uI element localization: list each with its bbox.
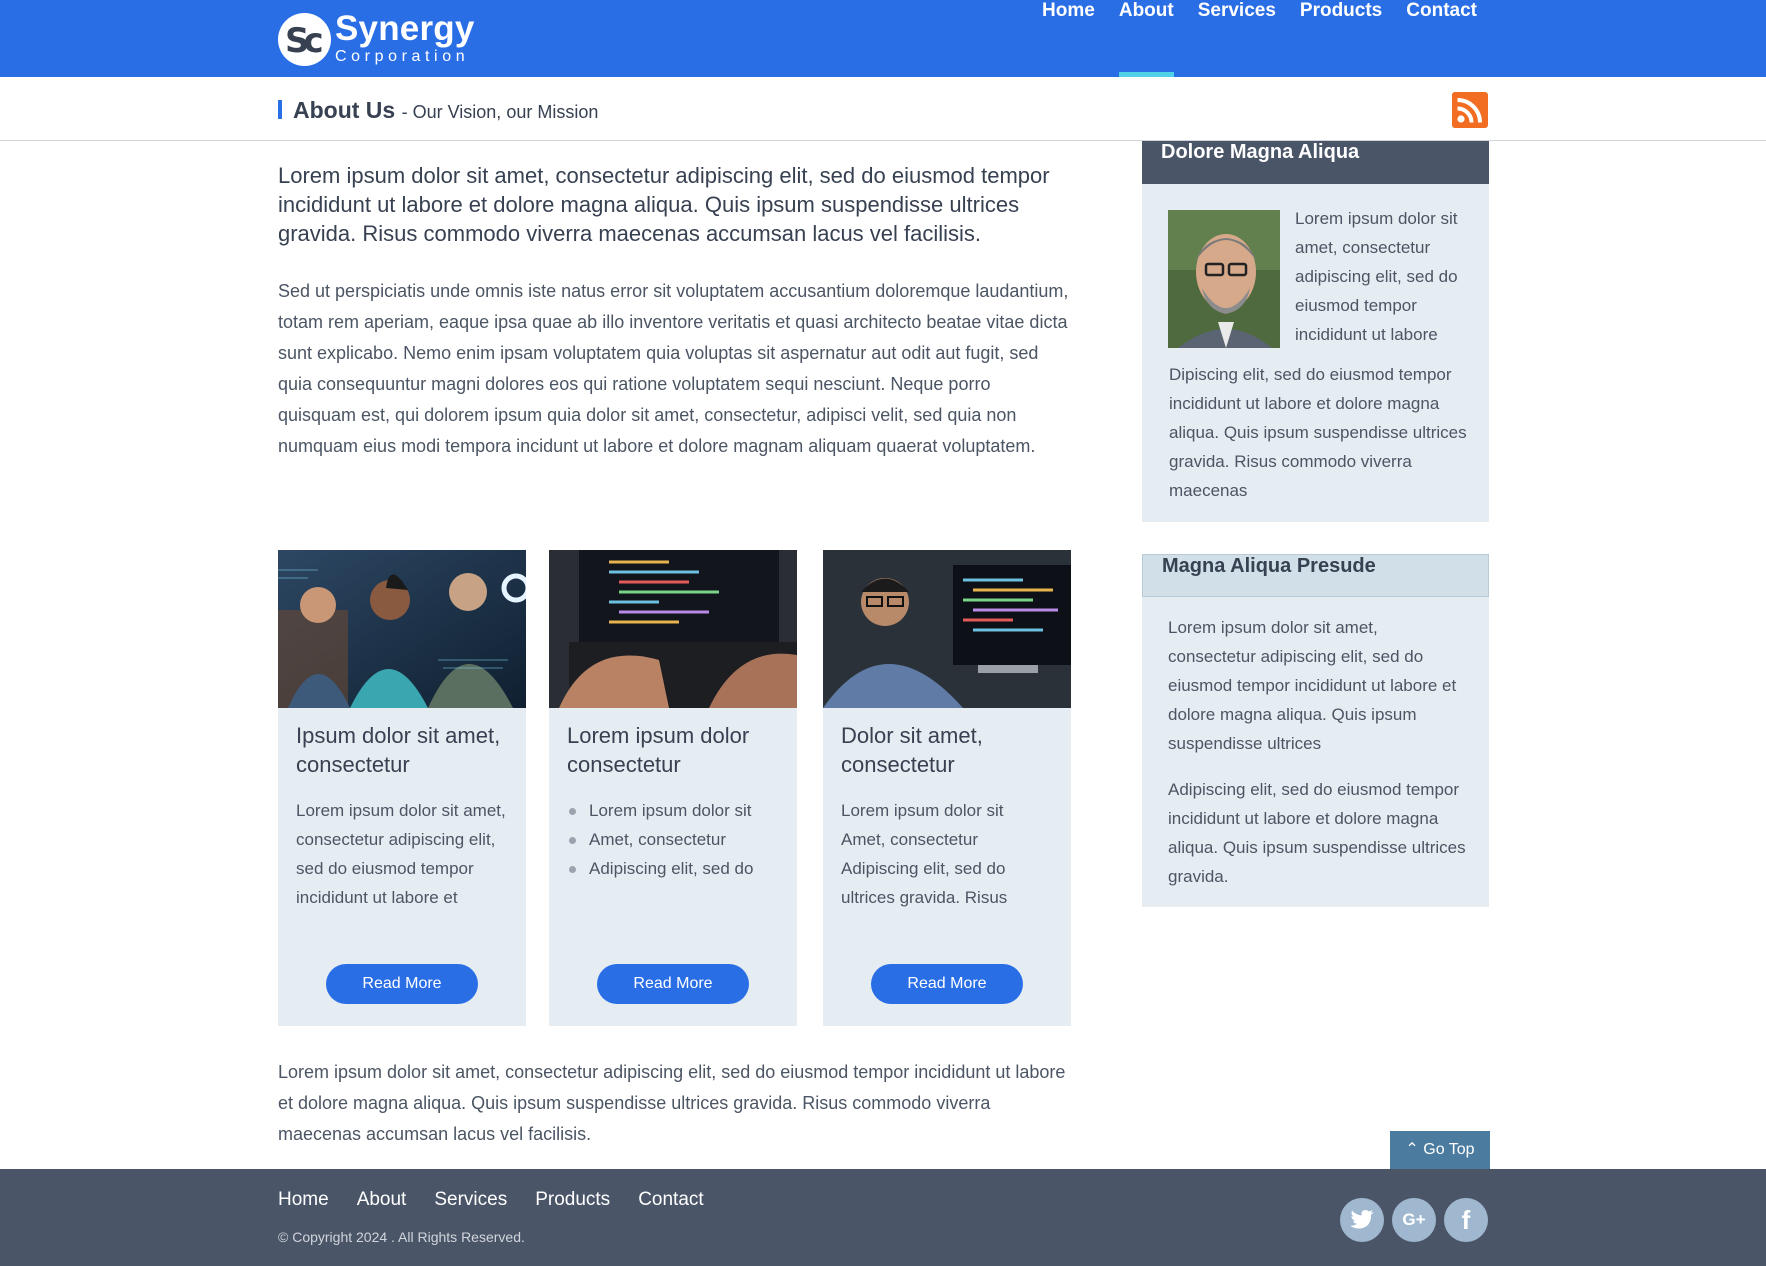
google-plus-icon[interactable]: G+: [1392, 1198, 1436, 1242]
sidebar-box-title: Magna Aliqua Presude: [1142, 554, 1489, 597]
card-body-line: Amet, consectetur: [841, 830, 979, 849]
developer-photo: [823, 550, 1071, 708]
card: Ipsum dolor sit amet, consectetur Lorem …: [278, 550, 526, 1026]
card-body: Lorem ipsum dolor sit Amet, consectetur …: [841, 796, 1061, 912]
read-more-button[interactable]: Read More: [326, 964, 478, 1004]
chevron-up-icon: ⌃: [1405, 1141, 1419, 1158]
sidebar-box-text: Lorem ipsum dolor sit amet, consectetur …: [1168, 618, 1457, 753]
nav-services[interactable]: Services: [1186, 0, 1288, 77]
facebook-icon[interactable]: f: [1444, 1198, 1488, 1242]
list-item: Amet, consectetur: [569, 825, 787, 854]
top-navbar: Sc Synergy Corporation Home About Servic…: [0, 0, 1766, 77]
brand-name: Synergy: [335, 8, 475, 48]
card-body-line: Adipiscing elit, sed do: [841, 859, 1006, 878]
logo-mark-text: Sc: [285, 20, 324, 61]
read-more-button[interactable]: Read More: [597, 964, 749, 1004]
card-title: Ipsum dolor sit amet, consectetur: [296, 723, 501, 777]
lead-paragraph: Lorem ipsum dolor sit amet, consectetur …: [278, 163, 1050, 246]
go-top-button[interactable]: ⌃ Go Top: [1390, 1131, 1490, 1169]
card-grid: Ipsum dolor sit amet, consectetur Lorem …: [278, 550, 1073, 1026]
page-header: About Us - Our Vision, our Mission: [0, 77, 1766, 141]
card-body: Lorem ipsum dolor sit amet, consectetur …: [296, 801, 506, 907]
body-paragraph: Sed ut perspiciatis unde omnis iste natu…: [278, 281, 1069, 456]
portrait-photo: [1168, 210, 1280, 348]
nav-about[interactable]: About: [1107, 0, 1186, 77]
logo[interactable]: Sc Synergy Corporation: [278, 11, 475, 67]
sidebar-box: Magna Aliqua Presude Lorem ipsum dolor s…: [1142, 554, 1489, 907]
footer-nav-products[interactable]: Products: [535, 1189, 610, 1211]
card-list: Lorem ipsum dolor sit Amet, consectetur …: [569, 796, 787, 883]
list-item: Adipiscing elit, sed do: [569, 854, 787, 883]
sidebar-box: Dolore Magna Aliqua Lorem ipsum dolor si…: [1142, 141, 1489, 522]
page-title: About Us - Our Vision, our Mission: [293, 97, 598, 124]
page-title-text: About Us: [293, 97, 396, 123]
sidebar-box-text: Adipiscing elit, sed do eiusmod tempor i…: [1168, 780, 1466, 886]
nav-contact[interactable]: Contact: [1394, 0, 1489, 77]
main-nav: Home About Services Products Contact: [1030, 0, 1489, 77]
laptop-photo: [549, 550, 797, 708]
card-title: Dolor sit amet, consectetur: [841, 723, 983, 777]
card: Dolor sit amet, consectetur Lorem ipsum …: [823, 550, 1071, 1026]
nav-home[interactable]: Home: [1030, 0, 1107, 77]
title-accent-bar: [278, 100, 282, 119]
sidebar-box-title: Dolore Magna Aliqua: [1142, 141, 1489, 184]
sidebar-box-text: Dipiscing elit, sed do eiusmod tempor in…: [1169, 365, 1467, 500]
sidebar-box-text: Lorem ipsum dolor sit amet, consectetur …: [1295, 209, 1458, 344]
nav-products[interactable]: Products: [1288, 0, 1394, 77]
card-title: Lorem ipsum dolor consectetur: [567, 723, 750, 777]
footer-nav-services[interactable]: Services: [434, 1189, 507, 1211]
logo-mark: Sc: [278, 12, 331, 66]
copyright: © Copyright 2024 . All Rights Reserved.: [278, 1229, 525, 1245]
footer-nav-contact[interactable]: Contact: [638, 1189, 703, 1211]
main-content: Lorem ipsum dolor sit amet, consectetur …: [278, 141, 1073, 1144]
go-top-label: Go Top: [1423, 1141, 1475, 1158]
twitter-icon[interactable]: [1340, 1198, 1384, 1242]
list-item: Lorem ipsum dolor sit: [569, 796, 787, 825]
read-more-button[interactable]: Read More: [871, 964, 1023, 1004]
rss-icon[interactable]: [1452, 92, 1488, 128]
footer-nav-about[interactable]: About: [357, 1189, 407, 1211]
card-body-line: Lorem ipsum dolor sit: [841, 801, 1004, 820]
footer-nav-home[interactable]: Home: [278, 1189, 329, 1211]
footer: Home About Services Products Contact © C…: [0, 1169, 1766, 1266]
team-photo: [278, 550, 526, 708]
brand-tagline: Corporation: [335, 47, 470, 65]
closing-paragraph: Lorem ipsum dolor sit amet, consectetur …: [278, 1062, 1066, 1144]
card: Lorem ipsum dolor consectetur Lorem ipsu…: [549, 550, 797, 1026]
footer-nav: Home About Services Products Contact: [278, 1189, 704, 1211]
card-body-line: ultrices gravida. Risus: [841, 888, 1008, 907]
page-subtitle: - Our Vision, our Mission: [401, 102, 599, 122]
